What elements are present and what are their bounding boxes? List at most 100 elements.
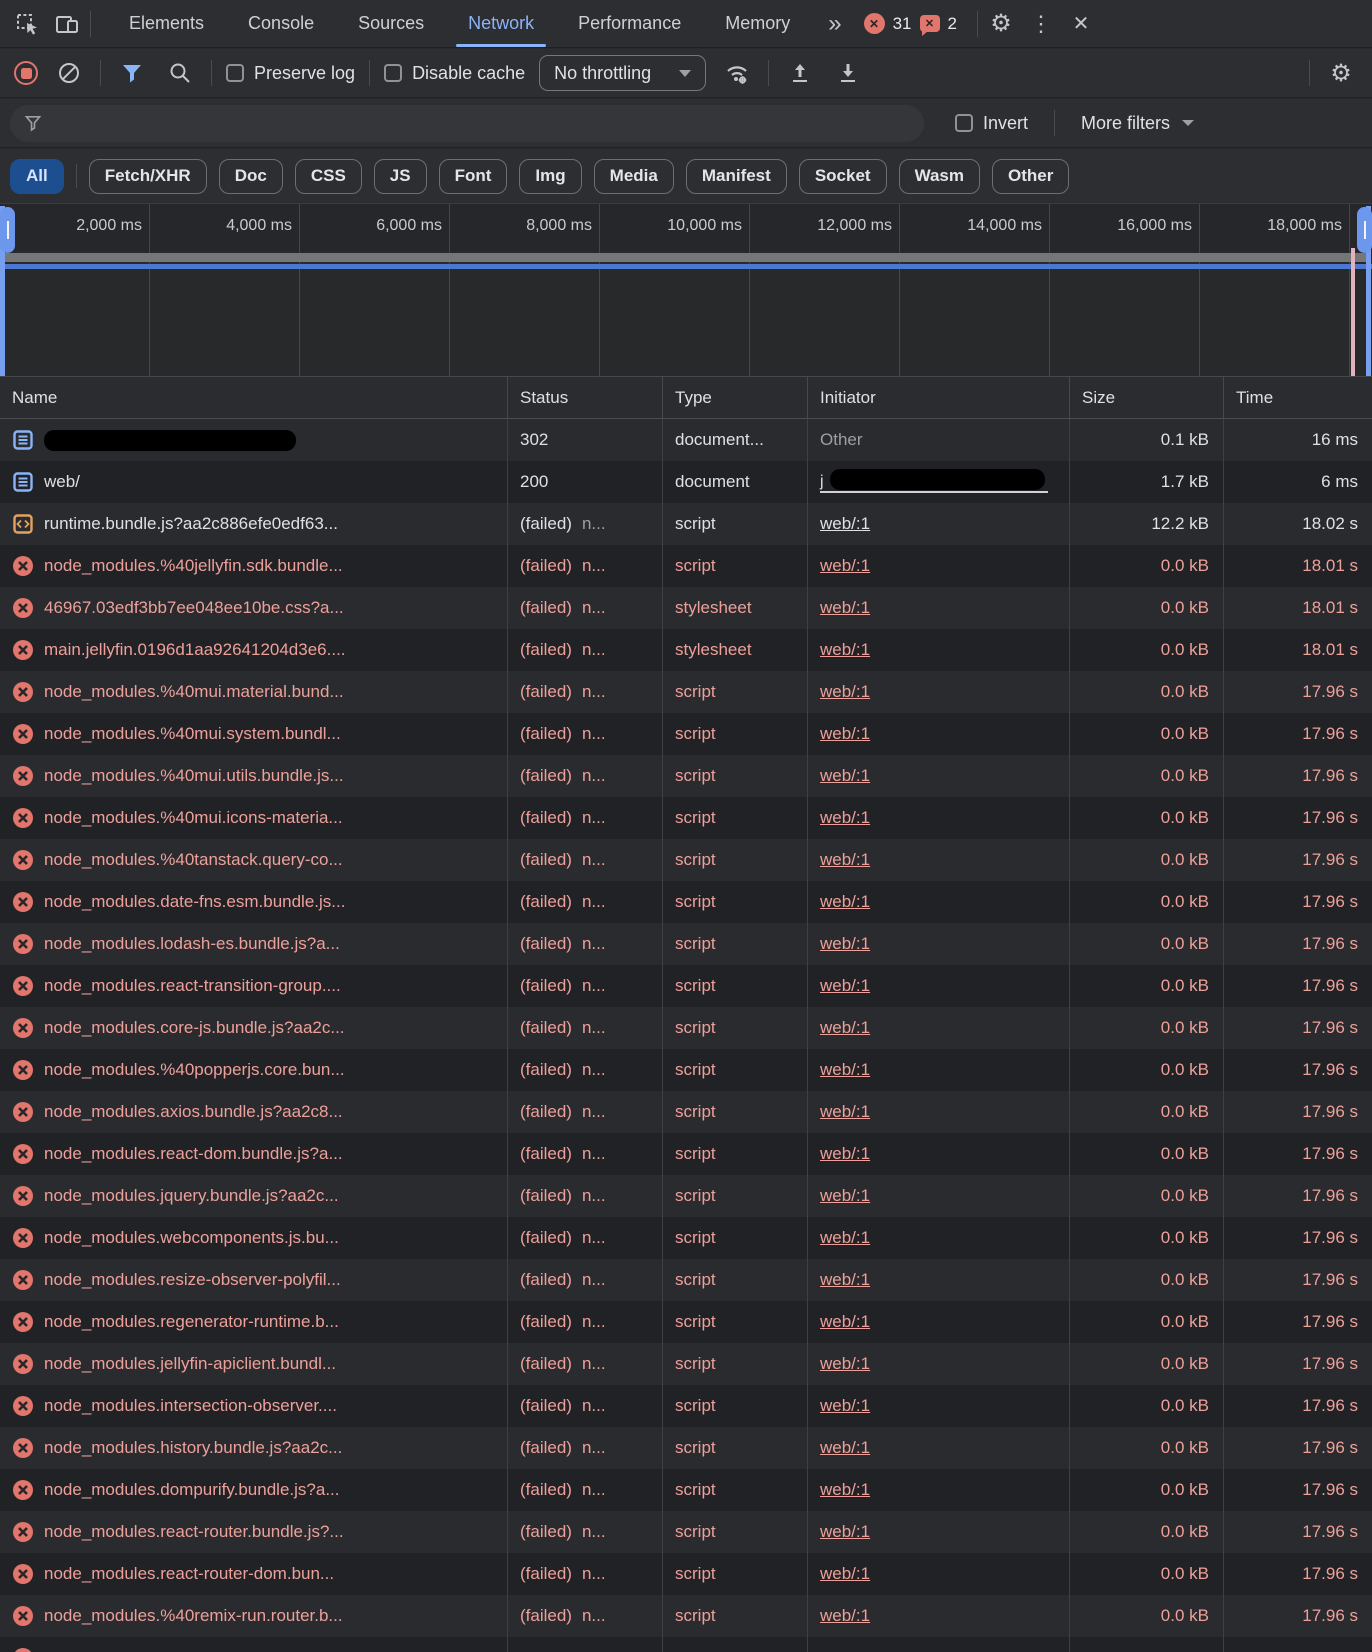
chip-doc[interactable]: Doc bbox=[219, 159, 283, 194]
column-header-size[interactable]: Size bbox=[1069, 377, 1223, 418]
chip-all[interactable]: All bbox=[10, 159, 64, 194]
initiator-link[interactable]: web/:1 bbox=[820, 1354, 870, 1374]
initiator-link[interactable]: web/:1 bbox=[820, 1018, 870, 1038]
network-request-row[interactable]: node_modules.axios.bundle.js?aa2c8...(fa… bbox=[0, 1091, 1372, 1133]
initiator-link[interactable]: web/:1 bbox=[820, 766, 870, 786]
network-request-row[interactable]: node_modules.%40remix-run.router.b...(fa… bbox=[0, 1595, 1372, 1637]
network-conditions-icon[interactable] bbox=[720, 56, 754, 90]
network-request-row[interactable]: node_modules.%40mui.material.bund...(fai… bbox=[0, 671, 1372, 713]
search-icon[interactable] bbox=[163, 56, 197, 90]
disable-cache-checkbox[interactable]: Disable cache bbox=[384, 63, 525, 84]
more-filters-button[interactable]: More filters bbox=[1081, 113, 1194, 134]
initiator-link[interactable]: web/:1 bbox=[820, 934, 870, 954]
column-header-initiator[interactable]: Initiator bbox=[807, 377, 1069, 418]
initiator-link[interactable]: web/:1 bbox=[820, 850, 870, 870]
initiator-link[interactable]: web/:1 bbox=[820, 724, 870, 744]
network-request-row[interactable]: node_modules.react-router.bundle.js?...(… bbox=[0, 1511, 1372, 1553]
network-request-row[interactable]: node_modules.jquery.bundle.js?aa2c...(fa… bbox=[0, 1175, 1372, 1217]
initiator-link[interactable]: web/:1 bbox=[820, 1060, 870, 1080]
chip-js[interactable]: JS bbox=[374, 159, 427, 194]
chip-img[interactable]: Img bbox=[519, 159, 581, 194]
network-request-row[interactable]: node_modules.%40tanstack.query-co...(fai… bbox=[0, 839, 1372, 881]
initiator-link[interactable]: web/:1 bbox=[820, 1186, 870, 1206]
chip-other[interactable]: Other bbox=[992, 159, 1069, 194]
preserve-log-checkbox[interactable]: Preserve log bbox=[226, 63, 355, 84]
network-request-row[interactable]: node_modules.lodash-es.bundle.js?a...(fa… bbox=[0, 923, 1372, 965]
export-har-icon[interactable] bbox=[831, 56, 865, 90]
network-request-row[interactable]: node_modules.jellyfin-apiclient.bundl...… bbox=[0, 1343, 1372, 1385]
settings-gear-icon[interactable]: ⚙ bbox=[984, 7, 1018, 41]
initiator-link[interactable]: web/:1 bbox=[820, 556, 870, 576]
more-panels-button[interactable]: » bbox=[818, 10, 851, 38]
error-badge-icon[interactable]: ✕ bbox=[864, 13, 885, 34]
device-toolbar-icon[interactable] bbox=[50, 7, 84, 41]
network-request-row[interactable]: node_modules.dompurify.bundle.js?a...(fa… bbox=[0, 1469, 1372, 1511]
filter-icon[interactable] bbox=[115, 56, 149, 90]
initiator-link[interactable]: web/:1 bbox=[820, 1438, 870, 1458]
initiator-link[interactable]: web/:1 bbox=[820, 682, 870, 702]
network-request-row[interactable]: node_modules.webcomponents.js.bu...(fail… bbox=[0, 1217, 1372, 1259]
initiator-link[interactable]: web/:1 bbox=[820, 598, 870, 618]
tab-memory[interactable]: Memory bbox=[703, 0, 812, 47]
inspect-element-icon[interactable] bbox=[10, 7, 44, 41]
record-network-log-button[interactable] bbox=[14, 61, 38, 85]
checkbox-box[interactable] bbox=[955, 114, 973, 132]
chip-fetch-xhr[interactable]: Fetch/XHR bbox=[89, 159, 207, 194]
tab-elements[interactable]: Elements bbox=[107, 0, 226, 47]
network-settings-gear-icon[interactable]: ⚙ bbox=[1324, 56, 1358, 90]
initiator-link[interactable]: web/:1 bbox=[820, 976, 870, 996]
network-request-row[interactable]: 46967.03edf3bb7ee048ee10be.css?a...(fail… bbox=[0, 587, 1372, 629]
network-request-row[interactable]: main.jellyfin.0196d1aa92641204d3e6....(f… bbox=[0, 629, 1372, 671]
network-request-row[interactable]: web/200documentj1.7 kB6 ms bbox=[0, 461, 1372, 503]
initiator-link[interactable]: web/:1 bbox=[820, 514, 870, 534]
close-devtools-icon[interactable]: ✕ bbox=[1064, 7, 1098, 41]
chip-manifest[interactable]: Manifest bbox=[686, 159, 787, 194]
initiator-link[interactable]: web/:1 bbox=[820, 1564, 870, 1584]
initiator-link[interactable]: web/:1 bbox=[820, 1228, 870, 1248]
network-request-row[interactable] bbox=[0, 1637, 1372, 1652]
chip-css[interactable]: CSS bbox=[295, 159, 362, 194]
initiator-link[interactable]: web/:1 bbox=[820, 1144, 870, 1164]
filter-input[interactable] bbox=[52, 113, 910, 133]
network-request-row[interactable]: node_modules.resize-observer-polyfil...(… bbox=[0, 1259, 1372, 1301]
issues-badge-icon[interactable]: ✕ bbox=[920, 15, 940, 32]
chip-media[interactable]: Media bbox=[594, 159, 674, 194]
tab-sources[interactable]: Sources bbox=[336, 0, 446, 47]
column-header-time[interactable]: Time bbox=[1223, 377, 1372, 418]
network-request-row[interactable]: node_modules.intersection-observer....(f… bbox=[0, 1385, 1372, 1427]
column-header-type[interactable]: Type bbox=[662, 377, 807, 418]
tab-console[interactable]: Console bbox=[226, 0, 336, 47]
filter-input-container[interactable] bbox=[10, 105, 924, 142]
network-request-row[interactable]: node_modules.regenerator-runtime.b...(fa… bbox=[0, 1301, 1372, 1343]
initiator-link[interactable]: web/:1 bbox=[820, 808, 870, 828]
network-request-row[interactable]: 302document...Other0.1 kB16 ms bbox=[0, 419, 1372, 461]
initiator-link[interactable]: web/:1 bbox=[820, 640, 870, 660]
tab-network[interactable]: Network bbox=[446, 0, 556, 47]
network-overview[interactable]: 2,000 ms4,000 ms6,000 ms8,000 ms10,000 m… bbox=[0, 203, 1372, 377]
network-request-row[interactable]: node_modules.%40mui.icons-materia...(fai… bbox=[0, 797, 1372, 839]
network-request-row[interactable]: node_modules.react-router-dom.bun...(fai… bbox=[0, 1553, 1372, 1595]
initiator-link[interactable]: web/:1 bbox=[820, 892, 870, 912]
network-request-row[interactable]: node_modules.history.bundle.js?aa2c...(f… bbox=[0, 1427, 1372, 1469]
network-request-row[interactable]: node_modules.core-js.bundle.js?aa2c...(f… bbox=[0, 1007, 1372, 1049]
network-request-row[interactable]: node_modules.react-dom.bundle.js?a...(fa… bbox=[0, 1133, 1372, 1175]
column-header-name[interactable]: Name bbox=[0, 377, 507, 418]
overview-left-handle[interactable] bbox=[0, 207, 15, 253]
initiator-link[interactable]: web/:1 bbox=[820, 1102, 870, 1122]
network-request-row[interactable]: node_modules.%40popperjs.core.bun...(fai… bbox=[0, 1049, 1372, 1091]
network-request-row[interactable]: runtime.bundle.js?aa2c886efe0edf63...(fa… bbox=[0, 503, 1372, 545]
network-request-row[interactable]: node_modules.%40mui.system.bundl...(fail… bbox=[0, 713, 1372, 755]
kebab-menu-icon[interactable]: ⋮ bbox=[1024, 7, 1058, 41]
network-request-row[interactable]: node_modules.%40jellyfin.sdk.bundle...(f… bbox=[0, 545, 1372, 587]
clear-network-log-icon[interactable] bbox=[52, 56, 86, 90]
network-request-row[interactable]: node_modules.date-fns.esm.bundle.js...(f… bbox=[0, 881, 1372, 923]
chip-font[interactable]: Font bbox=[439, 159, 508, 194]
import-har-icon[interactable] bbox=[783, 56, 817, 90]
initiator-link[interactable]: web/:1 bbox=[820, 1270, 870, 1290]
overview-right-handle[interactable] bbox=[1357, 207, 1372, 253]
initiator-link[interactable]: web/:1 bbox=[820, 1522, 870, 1542]
initiator-link[interactable]: web/:1 bbox=[820, 1396, 870, 1416]
chip-wasm[interactable]: Wasm bbox=[899, 159, 980, 194]
chip-socket[interactable]: Socket bbox=[799, 159, 887, 194]
checkbox-box[interactable] bbox=[384, 64, 402, 82]
